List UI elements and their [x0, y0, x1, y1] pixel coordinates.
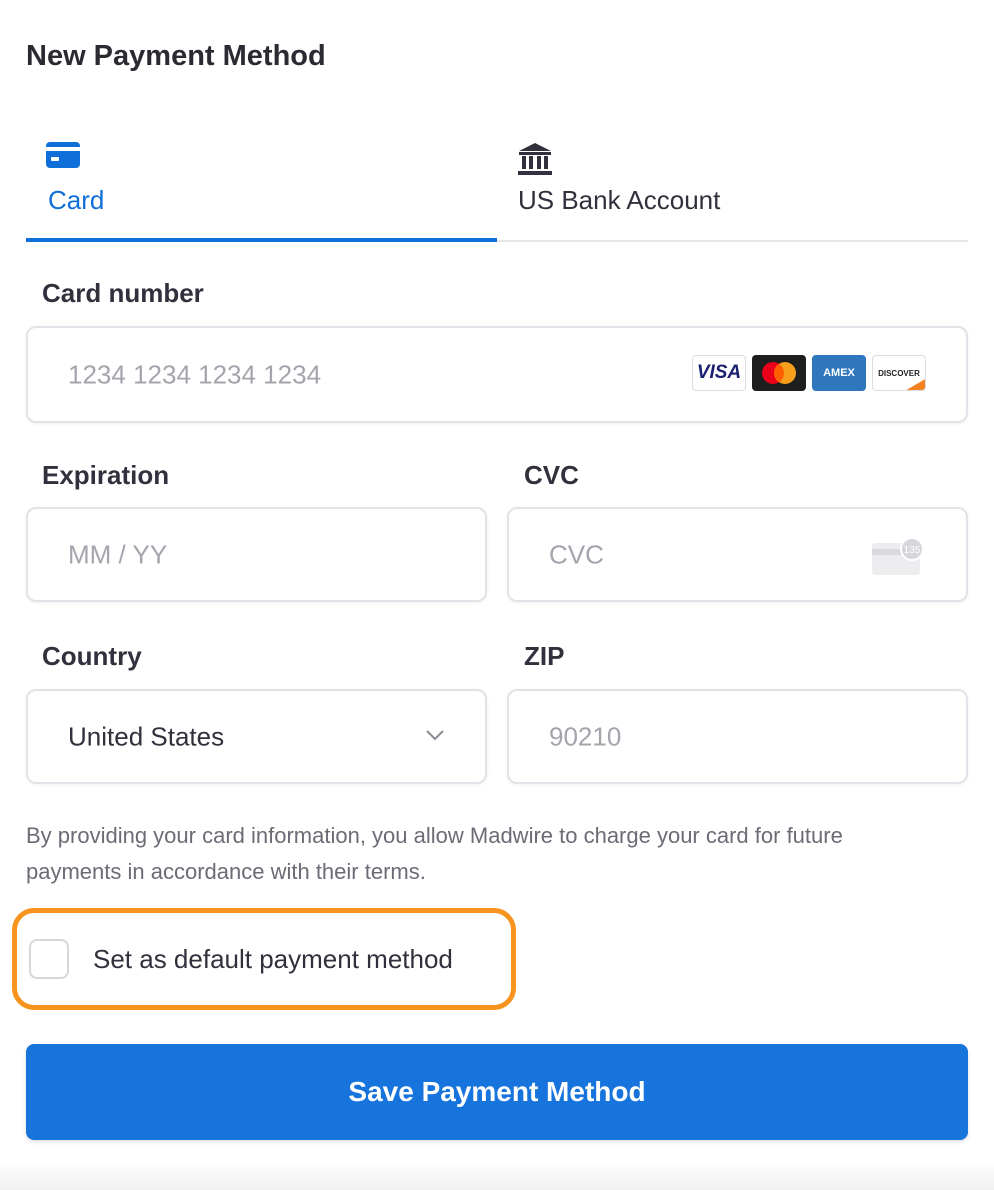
expiration-input[interactable]: MM / YY	[26, 507, 487, 602]
discover-logo-icon: DISCOVER	[872, 355, 926, 391]
expiration-placeholder: MM / YY	[68, 539, 168, 569]
tab-card[interactable]: Card	[26, 130, 497, 242]
payment-method-tabs: Card US Bank Account	[26, 130, 968, 242]
country-value: United States	[68, 721, 225, 751]
tab-us-bank-account-label: US Bank Account	[518, 185, 721, 215]
card-brands: VISA AMEX DISCOVER	[692, 355, 926, 391]
card-number-placeholder: 1234 1234 1234 1234	[68, 359, 322, 389]
cvc-input[interactable]: CVC 135	[507, 507, 968, 602]
authorization-notice: By providing your card information, you …	[26, 823, 843, 884]
country-select[interactable]: United States	[26, 689, 487, 784]
amex-logo-icon: AMEX	[812, 355, 866, 391]
cvc-placeholder: CVC	[549, 539, 604, 569]
country-label: Country	[42, 641, 142, 671]
page-title: New Payment Method	[26, 40, 326, 72]
default-payment-option[interactable]: Set as default payment method	[12, 908, 516, 1010]
zip-input[interactable]: 90210	[507, 689, 968, 784]
bank-icon	[518, 142, 552, 181]
card-number-label: Card number	[42, 278, 204, 308]
mastercard-logo-icon	[752, 355, 806, 391]
tab-card-label: Card	[48, 185, 105, 215]
visa-logo-icon: VISA	[692, 355, 746, 391]
cvc-card-icon: 135	[872, 537, 926, 582]
tab-us-bank-account[interactable]: US Bank Account	[518, 130, 968, 242]
default-payment-checkbox[interactable]	[29, 939, 69, 979]
credit-card-icon	[46, 142, 80, 173]
default-payment-label: Set as default payment method	[93, 944, 453, 974]
zip-placeholder: 90210	[549, 721, 622, 751]
card-number-input[interactable]: 1234 1234 1234 1234 VISA AMEX DISCOVER	[26, 326, 968, 423]
cvc-label: CVC	[524, 460, 579, 490]
cvc-icon-text: 135	[904, 545, 921, 556]
zip-label: ZIP	[524, 641, 565, 671]
bottom-divider	[0, 1160, 994, 1190]
chevron-down-icon	[425, 728, 445, 746]
expiration-label: Expiration	[42, 460, 170, 490]
save-payment-method-button[interactable]: Save Payment Method	[26, 1044, 968, 1140]
